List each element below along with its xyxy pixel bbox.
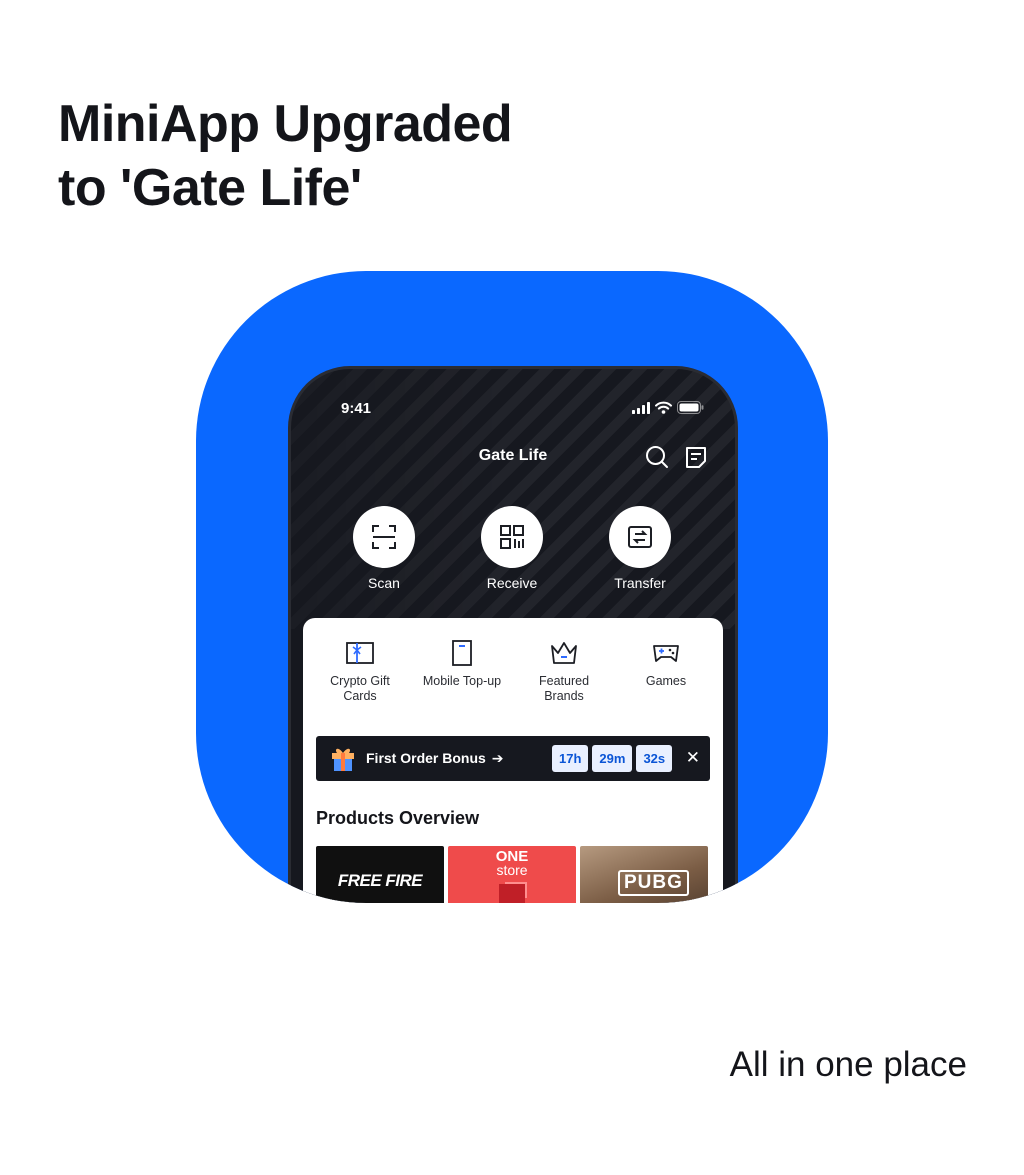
arrow-right-icon: ➔: [491, 750, 504, 766]
qr-code-icon: [500, 525, 524, 549]
pubg-logo: PUBG: [618, 870, 689, 896]
gift-card-icon: [346, 642, 374, 664]
headline-line-2: to 'Gate Life': [58, 159, 362, 217]
status-icons: [632, 401, 704, 414]
scan-button[interactable]: Scan: [334, 506, 434, 591]
status-time: 9:41: [341, 400, 372, 417]
headline: MiniApp Upgraded to 'Gate Life': [58, 92, 678, 220]
receive-label: Receive: [486, 575, 538, 591]
close-icon[interactable]: ✕: [686, 748, 700, 768]
category-crypto-gift-cards[interactable]: Crypto Gift Cards: [309, 638, 411, 704]
category-label: Featured Brands: [538, 674, 590, 703]
gift-icon: [332, 748, 354, 771]
orders-button[interactable]: [683, 444, 709, 470]
search-button[interactable]: [644, 444, 670, 470]
product-list: FREE FIRE ONE store PUBG: [316, 846, 708, 903]
bonus-text: First Order Bonus ➔: [366, 750, 504, 766]
wifi-icon: [655, 401, 672, 414]
transfer-label: Transfer: [614, 575, 666, 591]
category-label: Games: [645, 674, 687, 688]
products-overview-title: Products Overview: [316, 808, 480, 828]
product-card-one-store[interactable]: ONE store: [448, 846, 576, 903]
pixel-character-icon: [499, 884, 525, 903]
one-store-logo-line2: store: [496, 862, 528, 878]
scan-icon: [372, 525, 396, 549]
category-label: Mobile Top-up: [422, 674, 502, 688]
mobile-phone-icon: [452, 640, 472, 666]
transfer-circle: [609, 506, 671, 568]
receive-button[interactable]: Receive: [462, 506, 562, 591]
timer-hours: 17h: [552, 745, 589, 772]
receive-circle: [481, 506, 543, 568]
headline-line-1: MiniApp Upgraded: [58, 95, 513, 153]
app-icon-tile: 9:41 Gate Life Scan Receive Transfer Cry…: [196, 271, 828, 903]
category-mobile-top-up[interactable]: Mobile Top-up: [411, 638, 513, 689]
timer-seconds: 32s: [636, 745, 673, 772]
first-order-bonus-banner[interactable]: First Order Bonus ➔ 17h 29m 32s ✕: [316, 736, 710, 781]
orders-icon: [686, 447, 706, 468]
battery-icon: [677, 401, 704, 414]
gamepad-icon: [653, 645, 679, 662]
product-card-pubg[interactable]: PUBG: [580, 846, 708, 903]
crown-icon: [551, 642, 577, 664]
category-games[interactable]: Games: [615, 638, 717, 689]
timer-minutes: 29m: [592, 745, 633, 772]
free-fire-logo: FREE FIRE: [337, 871, 423, 890]
content-sheet: Crypto Gift Cards Mobile Top-up Featured…: [303, 618, 723, 903]
scan-label: Scan: [368, 575, 400, 591]
category-label: Crypto Gift Cards: [330, 674, 390, 703]
tagline: All in one place: [729, 1045, 967, 1084]
phone-screen: 9:41 Gate Life Scan Receive Transfer Cry…: [291, 369, 735, 903]
signal-icon: [632, 401, 650, 414]
product-card-free-fire[interactable]: FREE FIRE: [316, 846, 444, 903]
search-icon: [646, 446, 668, 468]
category-featured-brands[interactable]: Featured Brands: [513, 638, 615, 704]
transfer-icon: [628, 526, 652, 548]
countdown-timer: 17h 29m 32s: [552, 745, 673, 772]
scan-circle: [353, 506, 415, 568]
transfer-button[interactable]: Transfer: [590, 506, 690, 591]
phone-frame: 9:41 Gate Life Scan Receive Transfer Cry…: [288, 366, 738, 903]
